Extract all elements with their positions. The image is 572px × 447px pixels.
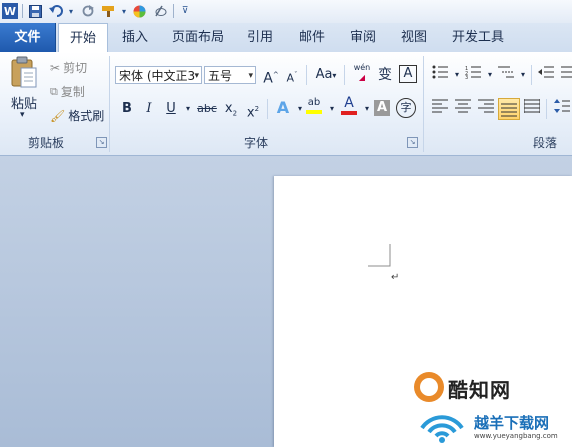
paste-button[interactable] bbox=[6, 56, 42, 96]
phonetic-guide-button[interactable]: 变 bbox=[375, 65, 395, 85]
paste-icon bbox=[11, 56, 37, 88]
clear-formatting-button[interactable]: wén ◢ bbox=[352, 63, 372, 83]
chevron-down-icon: ▾ bbox=[194, 71, 199, 81]
ribbon-home: 粘贴 ▾ ✂ 剪切 ⧉ 复制 🖌 格式刷 剪贴板 ↘ 宋体 (中文正3 ▾ 五号… bbox=[0, 52, 572, 156]
tab-view[interactable]: 视图 bbox=[392, 23, 436, 52]
margin-corner-mark bbox=[368, 244, 391, 267]
watermark-brand-1: 酷知网 bbox=[448, 378, 511, 402]
scissors-icon: ✂ bbox=[50, 60, 61, 75]
line-spacing-button[interactable] bbox=[552, 99, 572, 119]
divider bbox=[306, 65, 307, 85]
justify-button[interactable] bbox=[498, 98, 520, 120]
quick-access-toolbar: W ▾ ▾ ⊽ bbox=[0, 0, 572, 23]
group-separator bbox=[109, 56, 110, 152]
cut-label: 剪切 bbox=[63, 61, 88, 75]
group-label-clipboard: 剪贴板 bbox=[28, 136, 65, 150]
char-border-button[interactable]: A bbox=[399, 65, 417, 83]
align-right-button[interactable] bbox=[476, 99, 496, 119]
group-separator bbox=[423, 56, 424, 152]
redo-icon[interactable] bbox=[80, 3, 96, 19]
italic-button[interactable]: I bbox=[139, 99, 159, 119]
font-size-combo[interactable]: 五号 ▾ bbox=[204, 66, 256, 84]
align-left-icon bbox=[432, 99, 448, 113]
font-launcher-icon[interactable]: ↘ bbox=[407, 137, 418, 148]
tab-review[interactable]: 审阅 bbox=[341, 23, 385, 52]
change-case-button[interactable]: Aa▾ bbox=[312, 65, 340, 85]
divider bbox=[22, 4, 23, 18]
tab-home[interactable]: 开始 bbox=[58, 23, 108, 53]
color-icon[interactable] bbox=[131, 3, 147, 19]
decrease-indent-button[interactable] bbox=[536, 65, 556, 85]
paragraph-mark-icon: ↵ bbox=[391, 272, 400, 283]
copy-label: 复制 bbox=[60, 85, 85, 99]
document-page[interactable]: ↵ 酷知网 越羊下载网 www.yueyangbang.com bbox=[274, 176, 572, 447]
group-label-paragraph: 段落 bbox=[533, 136, 558, 150]
font-color-button[interactable]: A bbox=[339, 96, 359, 116]
watermark-brand-2: 越羊下载网 bbox=[474, 414, 550, 432]
numbering-icon: 123 bbox=[465, 66, 481, 81]
distributed-icon bbox=[523, 99, 541, 113]
justify-icon bbox=[501, 103, 517, 117]
align-center-icon bbox=[455, 99, 471, 113]
divider bbox=[267, 99, 268, 119]
align-right-icon bbox=[478, 99, 494, 113]
copy-icon: ⧉ bbox=[50, 84, 58, 98]
tab-developer[interactable]: 开发工具 bbox=[443, 23, 513, 52]
align-center-button[interactable] bbox=[453, 99, 473, 119]
font-name-value: 宋体 (中文正3 bbox=[119, 69, 196, 83]
format-painter-button[interactable]: 🖌 格式刷 bbox=[50, 107, 104, 124]
tab-insert[interactable]: 插入 bbox=[113, 23, 157, 52]
decrease-indent-icon bbox=[538, 66, 554, 78]
divider bbox=[531, 65, 532, 85]
increase-indent-button[interactable] bbox=[558, 65, 572, 85]
ribbon-tabs: 文件 开始 插入 页面布局 引用 邮件 审阅 视图 开发工具 bbox=[0, 23, 572, 53]
tab-references[interactable]: 引用 bbox=[238, 23, 282, 52]
undo-dropdown-icon[interactable]: ▾ bbox=[63, 3, 79, 19]
grow-font-button[interactable]: A^ bbox=[261, 65, 281, 87]
word-logo-icon[interactable]: W bbox=[2, 3, 18, 19]
watermark-url: www.yueyangbang.com bbox=[474, 432, 558, 440]
font-size-value: 五号 bbox=[208, 69, 233, 83]
save-icon[interactable] bbox=[27, 3, 43, 19]
copy-button[interactable]: ⧉ 复制 bbox=[50, 83, 85, 100]
subscript-button[interactable]: x2 bbox=[221, 99, 241, 119]
strikethrough-button[interactable]: abc bbox=[195, 99, 219, 119]
svg-text:3: 3 bbox=[465, 75, 468, 79]
tab-mailings[interactable]: 邮件 bbox=[290, 23, 334, 52]
wifi-logo-icon bbox=[416, 404, 472, 444]
shrink-font-button[interactable]: Aˇ bbox=[282, 65, 302, 85]
tab-page-layout[interactable]: 页面布局 bbox=[165, 23, 231, 52]
undo-icon[interactable] bbox=[48, 3, 64, 19]
align-left-button[interactable] bbox=[430, 99, 450, 119]
customize-icon[interactable]: ⊽ bbox=[177, 3, 193, 19]
clear-format-icon[interactable] bbox=[152, 3, 168, 19]
group-label-font: 字体 bbox=[244, 136, 269, 150]
format-painter-label: 格式刷 bbox=[68, 109, 105, 123]
chevron-down-icon: ▾ bbox=[248, 71, 253, 81]
line-spacing-icon bbox=[554, 99, 570, 113]
divider bbox=[173, 4, 174, 18]
brand-logo-icon bbox=[414, 372, 444, 402]
tab-file[interactable]: 文件 bbox=[0, 23, 56, 52]
divider bbox=[344, 65, 345, 85]
enclose-chars-button[interactable]: 字 bbox=[396, 98, 416, 118]
highlight-button[interactable]: ab bbox=[304, 96, 324, 116]
format-painter-icon[interactable] bbox=[100, 3, 116, 19]
clipboard-launcher-icon[interactable]: ↘ bbox=[96, 137, 107, 148]
multilevel-list-icon bbox=[498, 66, 514, 78]
char-shading-button[interactable]: A bbox=[374, 100, 390, 116]
multilevel-dropdown-icon[interactable]: ▾ bbox=[513, 65, 533, 85]
format-painter-dropdown-icon[interactable]: ▾ bbox=[116, 3, 132, 19]
font-name-combo[interactable]: 宋体 (中文正3 ▾ bbox=[115, 66, 202, 84]
brush-icon: 🖌 bbox=[50, 108, 66, 123]
bullets-icon bbox=[432, 65, 448, 79]
cut-button[interactable]: ✂ 剪切 bbox=[50, 59, 87, 76]
divider bbox=[546, 99, 547, 119]
paste-dropdown-icon[interactable]: ▾ bbox=[20, 110, 25, 120]
superscript-button[interactable]: x2 bbox=[243, 99, 263, 120]
increase-indent-icon bbox=[561, 66, 572, 78]
distributed-button[interactable] bbox=[522, 99, 542, 119]
bold-button[interactable]: B bbox=[117, 99, 137, 119]
